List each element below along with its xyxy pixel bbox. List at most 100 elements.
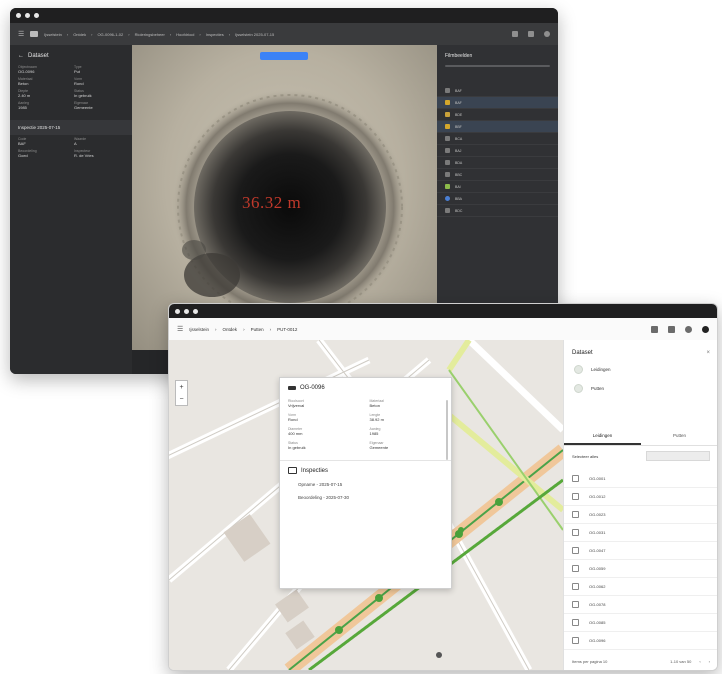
item-label: OG-0031: [589, 530, 606, 535]
breadcrumb-item[interactable]: Ijsselstein 2025-07-15: [235, 32, 274, 37]
list-item[interactable]: OG-0031: [564, 524, 717, 542]
observation-row[interactable]: BAJ: [437, 145, 558, 157]
checkbox[interactable]: [572, 619, 579, 626]
dataset-side-panel: Dataset × Leidingen Putten Leidingen Put…: [563, 340, 717, 670]
zoom-out-button[interactable]: −: [179, 396, 183, 403]
observation-row[interactable]: BBC: [437, 169, 558, 181]
popup-scrollbar[interactable]: [446, 400, 448, 460]
checkbox[interactable]: [572, 475, 579, 482]
close-dot[interactable]: [16, 13, 21, 18]
zoom-in-button[interactable]: +: [179, 384, 183, 391]
option-label: Leidingen: [591, 367, 611, 372]
inspection-link[interactable]: Beoordeling - 2025-07-30: [288, 495, 443, 500]
checkbox[interactable]: [572, 493, 579, 500]
page-size-select[interactable]: Items per pagina 10: [572, 659, 607, 664]
popup-title: OG-0096: [300, 385, 325, 391]
breadcrumb-item[interactable]: Ijsselstein: [44, 32, 62, 37]
breadcrumb-item[interactable]: Putten: [251, 327, 264, 332]
checkbox[interactable]: [572, 547, 579, 554]
breadcrumb-item[interactable]: Ijsselstein: [189, 327, 209, 332]
list-item[interactable]: OG-0059: [564, 560, 717, 578]
observation-row[interactable]: BDE: [437, 109, 558, 121]
tab-leidingen[interactable]: Leidingen: [564, 428, 641, 445]
list-item[interactable]: OG-0012: [564, 488, 717, 506]
tab-putten[interactable]: Putten: [641, 428, 717, 445]
observation-row[interactable]: BCA: [437, 133, 558, 145]
grid-view-icon[interactable]: [512, 31, 518, 37]
grid-view-icon[interactable]: [651, 325, 658, 333]
menu-icon[interactable]: ☰: [177, 325, 183, 333]
maximize-dot[interactable]: [34, 13, 39, 18]
user-avatar-icon[interactable]: [544, 31, 550, 37]
status-icon: [445, 196, 450, 201]
inspection-link[interactable]: Opname - 2025-07-15: [288, 482, 443, 487]
checkbox[interactable]: [572, 511, 579, 518]
field-value: Rond: [288, 417, 298, 422]
observation-row[interactable]: BDA: [437, 157, 558, 169]
item-label: OG-0012: [589, 494, 606, 499]
item-label: OG-0023: [589, 512, 606, 517]
row-code: BAI: [455, 184, 461, 189]
breadcrumb-item[interactable]: Rioleringsbeheer: [135, 32, 165, 37]
list-item[interactable]: OG-0062: [564, 578, 717, 596]
user-avatar-icon[interactable]: [702, 325, 709, 333]
breadcrumb-item[interactable]: OG-0096-1-02: [97, 32, 123, 37]
observation-row[interactable]: BAI: [437, 181, 558, 193]
inspection-section-header[interactable]: Inspectie 2025-07-15: [10, 120, 132, 135]
app-logo-icon[interactable]: [30, 31, 39, 37]
close-dot[interactable]: [175, 308, 180, 314]
list-item[interactable]: OG-0001: [564, 470, 717, 488]
observation-row[interactable]: BAF: [437, 97, 558, 109]
action-button[interactable]: [646, 451, 710, 461]
checkbox[interactable]: [572, 637, 579, 644]
checkbox[interactable]: [572, 601, 579, 608]
map-view[interactable]: + − OG-0096 Rioolsoort Vrijverval Materia…: [169, 340, 563, 670]
layer-option[interactable]: Putten: [564, 379, 717, 398]
prev-page-icon[interactable]: ‹: [699, 659, 700, 664]
list-item[interactable]: OG-0085: [564, 614, 717, 632]
field-value: R. de Vries: [74, 153, 94, 158]
field-value: A: [74, 141, 77, 146]
list-item[interactable]: OG-0047: [564, 542, 717, 560]
observation-row[interactable]: BAF: [437, 85, 558, 97]
next-page-icon[interactable]: ›: [709, 659, 710, 664]
back-arrow-icon[interactable]: ←: [18, 53, 24, 59]
list-item[interactable]: OG-0023: [564, 506, 717, 524]
window-controls[interactable]: [16, 13, 39, 18]
layers-icon[interactable]: [668, 325, 675, 333]
checkbox[interactable]: [572, 529, 579, 536]
status-icon: [445, 172, 450, 177]
select-all-label[interactable]: Selecteer alles: [572, 454, 598, 459]
observation-row[interactable]: BBF: [437, 121, 558, 133]
list-item[interactable]: OG-0078: [564, 596, 717, 614]
breadcrumb-item[interactable]: Hoofdriool: [176, 32, 194, 37]
breadcrumb-item[interactable]: Ontdek: [73, 32, 86, 37]
checkbox[interactable]: [572, 583, 579, 590]
field-value: Put: [74, 69, 81, 74]
checkbox[interactable]: [572, 565, 579, 572]
window-controls[interactable]: [175, 308, 198, 314]
top-navbar: ☰ Ijsselstein › Ontdek › OG-0096-1-02 › Rio…: [10, 23, 558, 45]
item-label: OG-0001: [589, 476, 606, 481]
search-icon[interactable]: [528, 31, 534, 37]
observation-row[interactable]: BDC: [437, 205, 558, 217]
photo-toolbar-button[interactable]: [260, 52, 308, 60]
close-icon[interactable]: ×: [706, 350, 710, 356]
list-item[interactable]: OG-0096: [564, 632, 717, 650]
breadcrumb-item[interactable]: Ontdek: [223, 327, 238, 332]
details-grid: Objectnaam OG-0096 Type Put Materiaal Beton…: [10, 63, 132, 112]
menu-icon[interactable]: ☰: [18, 30, 24, 38]
maximize-dot[interactable]: [193, 308, 198, 314]
breadcrumb-item[interactable]: Inspecties: [206, 32, 224, 37]
settings-icon[interactable]: [685, 325, 692, 333]
layer-option[interactable]: Leidingen: [564, 360, 717, 379]
minimize-dot[interactable]: [25, 13, 30, 18]
breadcrumb-item[interactable]: PUT-0012: [277, 327, 297, 332]
timeline-slider[interactable]: [445, 65, 550, 67]
field-value: Vrijverval: [288, 403, 305, 408]
row-code: BBA: [455, 196, 463, 201]
minimize-dot[interactable]: [184, 308, 189, 314]
depth-overlay-label: 36.32 m: [242, 193, 302, 212]
item-label: OG-0047: [589, 548, 606, 553]
observation-row[interactable]: BBA: [437, 193, 558, 205]
